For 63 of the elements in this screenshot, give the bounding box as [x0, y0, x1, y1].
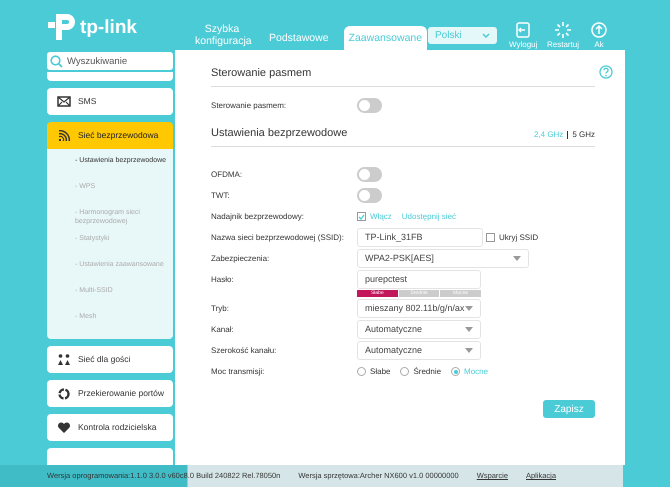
language-value: Polski: [435, 29, 462, 43]
logo-icon: [47, 12, 77, 42]
toggle-switch[interactable]: [357, 167, 382, 182]
upload-icon: [590, 21, 608, 39]
circle-arrows-icon: [57, 386, 71, 400]
search-box[interactable]: Wyszukiwanie: [47, 52, 173, 70]
spinner-icon: [554, 21, 572, 39]
field-label: Nadajnik bezprzewodowy:: [211, 210, 304, 222]
radio-button[interactable]: [400, 367, 410, 376]
field-label: Szerokość kanału:: [211, 344, 276, 356]
dropdown-arrow-icon: [513, 256, 521, 261]
logo-text: tp-link: [80, 18, 137, 36]
ssid-field[interactable]: TP-Link_31FB: [357, 228, 483, 247]
chevron-icon: [482, 33, 490, 38]
select-field[interactable]: mieszany 802.11b/g/n/ax: [357, 299, 481, 318]
field-label: Kanał:: [211, 324, 234, 336]
help-icon: [599, 65, 613, 79]
section-title: Sterowanie pasmem: [211, 66, 312, 80]
checkbox-option[interactable]: Ukryj SSID: [486, 232, 538, 244]
checkbox[interactable]: [486, 233, 495, 242]
select-value: Automatyczne: [365, 322, 422, 336]
mail-icon: [57, 94, 71, 108]
field-label: Nazwa sieci bezprzewodowej (SSID):: [211, 232, 344, 244]
search-icon: [50, 54, 63, 68]
field-label: Moc transmisji:: [211, 366, 264, 378]
people-icon: [57, 352, 71, 366]
search-field[interactable]: Wyszukiwanie: [67, 53, 171, 69]
select-field[interactable]: Automatyczne: [357, 320, 481, 339]
toggle-switch[interactable]: [357, 98, 382, 113]
field-value: purepctest: [365, 272, 408, 286]
field-value: TP-Link_31FB: [365, 230, 423, 244]
select-value: Automatyczne: [365, 344, 422, 357]
radio-button[interactable]: [451, 367, 460, 376]
sidebar-item[interactable]: Sieć bezprzewodowa: [47, 122, 173, 149]
dropdown-arrow-icon: [465, 348, 473, 353]
field-label: Hasło:: [211, 274, 234, 286]
sidebar-item[interactable]: Przekierowanie portów: [47, 380, 173, 407]
field-label: OFDMA:: [211, 168, 242, 180]
radio-option[interactable]: Słabe: [357, 366, 390, 378]
field-label: Tryb:: [211, 302, 229, 314]
sidebar-item[interactable]: Kontrola rodzicielska: [47, 414, 173, 441]
radio-option[interactable]: Średnie: [400, 366, 442, 378]
toggle-switch[interactable]: [357, 188, 382, 203]
dropdown-arrow-icon: [465, 327, 473, 332]
password-field[interactable]: purepctest: [357, 270, 481, 289]
dropdown-arrow-icon: [465, 306, 473, 311]
select-value: WPA2-PSK[AES]: [365, 252, 434, 265]
section-title: Ustawienia bezprzewodowe: [211, 126, 348, 140]
logout-icon: [514, 21, 532, 39]
wifi-icon: [57, 128, 71, 142]
checkbox[interactable]: [357, 212, 366, 221]
band-tab[interactable]: 5 GHz: [572, 129, 595, 141]
heart-icon: [57, 420, 71, 434]
field-label: Zabezpieczenia:: [211, 252, 270, 264]
check-icon: [358, 214, 365, 220]
field-label: Sterowanie pasmem:: [211, 100, 286, 112]
sidebar-item[interactable]: SMS: [47, 88, 173, 115]
field-label: TWT:: [211, 190, 230, 202]
select-value: mieszany 802.11b/g/n/ax: [365, 302, 464, 315]
select-field[interactable]: Automatyczne: [357, 341, 481, 360]
sidebar-item[interactable]: Sieć dla gości: [47, 346, 173, 373]
radio-button[interactable]: [357, 367, 366, 376]
select-field[interactable]: WPA2-PSK[AES]: [357, 249, 529, 268]
